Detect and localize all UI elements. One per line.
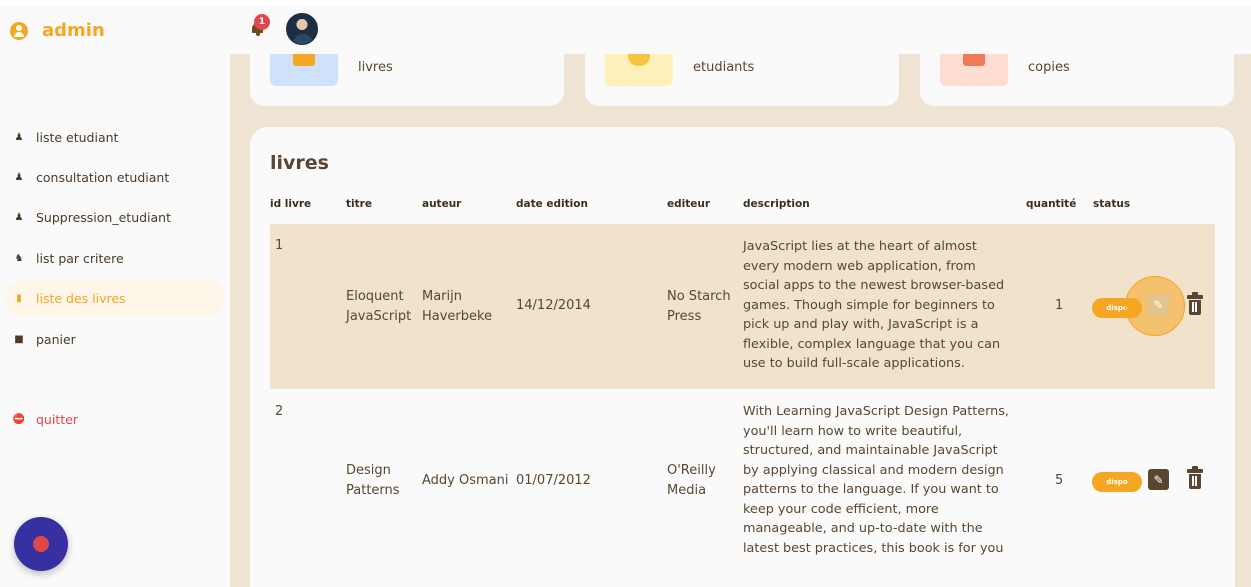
top-bar: [230, 6, 1251, 54]
stat-label: etudiants: [693, 60, 755, 75]
student-icon: [605, 54, 673, 86]
cell-description: JavaScript lies at the heart of almost e…: [743, 239, 1005, 371]
cell-editeur: No Starch Press: [667, 289, 731, 324]
column-header-id: id livre: [270, 198, 312, 210]
table-row[interactable]: 2 Design Patterns Addy Osmani 01/07/2012 …: [270, 389, 1215, 587]
user-circle-icon: [10, 21, 28, 40]
cell-date: 01/07/2012: [516, 473, 591, 488]
trash-icon[interactable]: [1187, 466, 1203, 489]
cell-titre: Design Patterns: [346, 463, 400, 498]
sidebar-item-liste-etudiant[interactable]: ♟ liste etudiant: [0, 119, 230, 155]
stat-card-livres: livres: [250, 54, 564, 106]
sidebar-item-label: liste etudiant: [36, 129, 119, 145]
pencil-icon: ✎: [1153, 297, 1164, 312]
books-panel: livres id livre titre auteur date editio…: [250, 127, 1235, 587]
users-icon: ♟: [14, 131, 24, 143]
cell-quantite: 5: [1055, 473, 1064, 488]
column-header-editeur: editeur: [667, 198, 711, 210]
column-header-titre: titre: [346, 198, 372, 210]
people-icon: ♞: [14, 252, 24, 264]
column-header-status: status: [1093, 198, 1131, 210]
column-header-date: date edition: [516, 198, 588, 210]
sidebar-item-label: list par critere: [36, 250, 124, 266]
avatar[interactable]: [286, 13, 318, 45]
cell-titre: Eloquent JavaScript: [346, 289, 412, 324]
stat-label: livres: [358, 60, 393, 75]
book-icon: [270, 54, 338, 86]
brand-title: admin: [42, 20, 105, 41]
floating-action-button[interactable]: [14, 517, 68, 571]
cell-date: 14/12/2014: [516, 298, 591, 313]
books-icon: ▮: [16, 292, 22, 304]
cell-editeur: O'Reilly Media: [667, 463, 716, 498]
stat-card-etudiants: etudiants: [585, 54, 899, 106]
copy-icon: [940, 54, 1008, 86]
user-remove-icon: ♟: [14, 211, 24, 223]
sidebar: admin ♟ liste etudiant ♟ consultation et…: [0, 6, 230, 587]
column-header-auteur: auteur: [422, 198, 462, 210]
edit-button[interactable]: ✎: [1148, 469, 1169, 490]
bag-icon: ■: [14, 333, 24, 345]
user-check-icon: ♟: [14, 171, 24, 183]
stat-label: copies: [1028, 60, 1070, 75]
trash-icon[interactable]: [1187, 292, 1203, 315]
cell-auteur: Addy Osmani: [422, 473, 509, 488]
pencil-icon: ✎: [1153, 472, 1164, 487]
cell-id: 1: [275, 238, 284, 253]
cell-quantite: 1: [1055, 298, 1064, 313]
cell-description: With Learning JavaScript Design Patterns…: [743, 404, 1009, 556]
sidebar-item-label: consultation etudiant: [36, 169, 170, 185]
sidebar-item-liste-des-livres[interactable]: ▮ liste des livres: [6, 280, 224, 316]
panel-title: livres: [270, 152, 329, 174]
stat-card-copies: copies: [920, 54, 1234, 106]
sidebar-item-consultation-etudiant[interactable]: ♟ consultation etudiant: [0, 159, 230, 195]
cell-id: 2: [275, 404, 284, 419]
record-icon: [33, 536, 49, 552]
table-row[interactable]: 1 Eloquent JavaScript Marijn Haverbeke 14/…: [270, 224, 1215, 389]
cell-auteur: Marijn Haverbeke: [422, 289, 493, 324]
column-header-quantite: quantité: [1026, 198, 1077, 210]
sidebar-item-label: panier: [36, 331, 76, 347]
quit-icon: ⛔: [12, 413, 26, 425]
status-badge: dispo: [1092, 472, 1142, 492]
sidebar-item-list-par-critere[interactable]: ♞ list par critere: [0, 240, 230, 276]
sidebar-item-label: quitter: [36, 411, 78, 427]
sidebar-item-label: Suppression_etudiant: [36, 209, 172, 225]
sidebar-item-quitter[interactable]: ⛔ quitter: [0, 401, 230, 437]
notification-badge: 1: [254, 14, 270, 30]
brand[interactable]: admin: [10, 20, 105, 41]
edit-button[interactable]: ✎: [1148, 294, 1169, 315]
sidebar-item-panier[interactable]: ■ panier: [0, 321, 230, 357]
sidebar-item-suppression-etudiant[interactable]: ♟ Suppression_etudiant: [0, 199, 230, 235]
column-header-description: description: [743, 198, 810, 210]
sidebar-item-label: liste des livres: [36, 290, 126, 306]
